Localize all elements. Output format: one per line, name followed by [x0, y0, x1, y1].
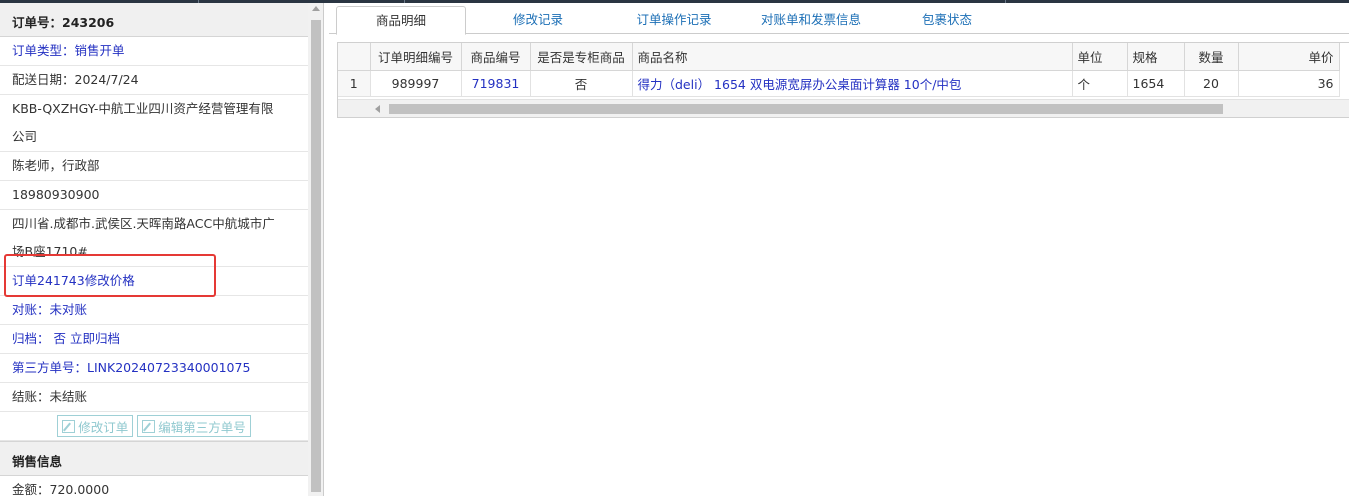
- grid-header-rownum: [338, 43, 371, 71]
- cell-unit: 个: [1072, 70, 1128, 97]
- grid-horizontal-scrollbar[interactable]: [338, 99, 1349, 117]
- row-number: 1: [338, 70, 371, 97]
- grid-scrollbar-thumb[interactable]: [389, 104, 1223, 114]
- grid-header-price[interactable]: 单价: [1238, 43, 1340, 71]
- cell-product-name-link[interactable]: 得力（deli） 1654 双电源宽屏办公桌面计算器 10个/中包: [632, 70, 1073, 97]
- sales-info-title: 销售信息: [0, 441, 308, 476]
- left-scrollbar-thumb[interactable]: [311, 20, 321, 492]
- order-type[interactable]: 订单类型：销售开单: [0, 37, 308, 66]
- sales-amount: 金额：720.0000: [0, 476, 308, 496]
- customer-name: KBB-QXZHGY-中航工业四川资产经营管理有限 公司: [0, 95, 308, 152]
- edit-icon: [142, 419, 156, 433]
- cell-counter: 否: [530, 70, 633, 97]
- detail-area: 商品明细 修改记录 订单操作记录 对账单和发票信息 包裹状态 订单明细编号 商品…: [329, 3, 1349, 496]
- cell-qty: 20: [1184, 70, 1239, 97]
- contact: 陈老师，行政部: [0, 152, 308, 181]
- edit-icon: [62, 419, 76, 433]
- customer-name-line2: 公司: [12, 129, 38, 144]
- reconcile-status[interactable]: 对账：未对账: [0, 296, 308, 325]
- phone: 18980930900: [0, 181, 308, 210]
- cell-spec: 1654: [1127, 70, 1185, 97]
- edit-third-party-button[interactable]: 编辑第三方单号: [137, 415, 251, 437]
- settle-status: 结账：未结账: [0, 383, 308, 412]
- edit-order-button[interactable]: 修改订单: [57, 415, 134, 437]
- table-row[interactable]: 1 989997 719831 否 得力（deli） 1654 双电源宽屏办公桌…: [338, 70, 1340, 97]
- grid-header-unit[interactable]: 单位: [1072, 43, 1128, 71]
- order-actions: 修改订单 编辑第三方单号: [0, 412, 308, 441]
- detail-tabs: 商品明细 修改记录 订单操作记录 对账单和发票信息 包裹状态: [329, 3, 1349, 35]
- delivery-date: 配送日期：2024/7/24: [0, 66, 308, 95]
- tab-package-status[interactable]: 包裹状态: [897, 6, 997, 34]
- grid-header-qty[interactable]: 数量: [1184, 43, 1239, 71]
- grid-header-spec[interactable]: 规格: [1127, 43, 1185, 71]
- grid-header-detail-no[interactable]: 订单明细编号: [370, 43, 462, 71]
- archive-status[interactable]: 归档： 否 立即归档: [0, 325, 308, 354]
- product-grid: 订单明细编号 商品编号 是否是专柜商品 商品名称 单位 规格 数量 单价 1 9…: [337, 42, 1349, 118]
- scroll-up-arrow-icon[interactable]: [312, 6, 320, 11]
- tab-reconcile-invoice[interactable]: 对账单和发票信息: [741, 6, 881, 34]
- tab-order-operations[interactable]: 订单操作记录: [609, 6, 739, 34]
- scroll-left-arrow-icon[interactable]: [375, 105, 380, 113]
- grid-header-name[interactable]: 商品名称: [632, 43, 1073, 71]
- highlight-box: [4, 254, 216, 297]
- cell-product-no-link[interactable]: 719831: [461, 70, 531, 97]
- third-party-order-no[interactable]: 第三方单号：LINK20240723340001075: [0, 354, 308, 383]
- edit-third-party-label: 编辑第三方单号: [158, 419, 246, 435]
- cell-price: 36: [1238, 70, 1340, 97]
- order-number-title: 订单号：243206: [0, 3, 308, 37]
- edit-order-label: 修改订单: [78, 419, 129, 435]
- order-info-panel: 订单号：243206 订单类型：销售开单 配送日期：2024/7/24 KBB-…: [0, 3, 324, 496]
- left-scrollbar[interactable]: [308, 3, 323, 496]
- tab-modify-records[interactable]: 修改记录: [479, 6, 597, 34]
- address-line1: 四川省.成都市.武侯区.天晖南路ACC中航城市广: [12, 216, 275, 231]
- customer-name-line1: KBB-QXZHGY-中航工业四川资产经营管理有限: [12, 101, 274, 116]
- grid-header-row: 订单明细编号 商品编号 是否是专柜商品 商品名称 单位 规格 数量 单价: [338, 43, 1340, 71]
- tab-product-detail[interactable]: 商品明细: [336, 6, 466, 35]
- grid-header-counter[interactable]: 是否是专柜商品: [530, 43, 633, 71]
- cell-detail-no: 989997: [370, 70, 462, 97]
- grid-header-product-no[interactable]: 商品编号: [461, 43, 531, 71]
